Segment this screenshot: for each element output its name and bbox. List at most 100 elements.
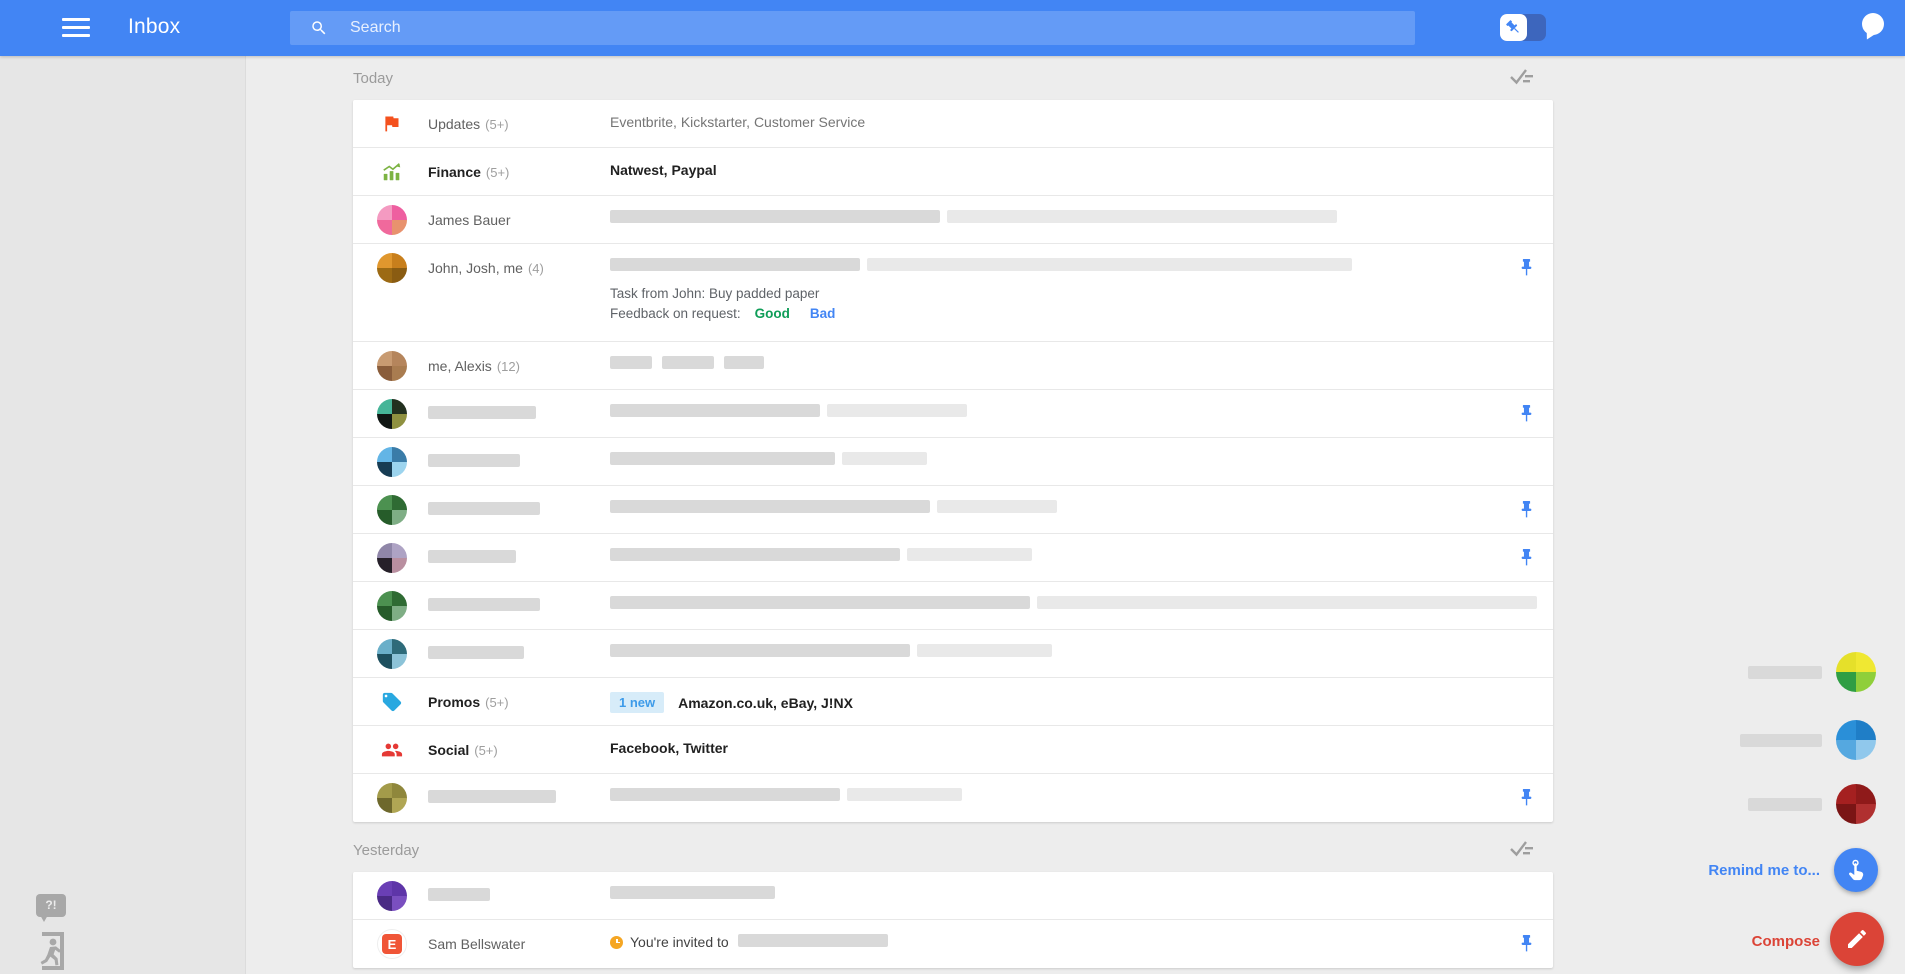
app-header: Inbox Search xyxy=(0,0,1905,56)
feedback-label: Feedback on request: xyxy=(610,306,741,321)
avatar[interactable] xyxy=(377,253,407,283)
sweep-done-icon[interactable] xyxy=(1509,68,1535,90)
avatar[interactable] xyxy=(377,351,407,381)
redacted-sender xyxy=(428,888,490,901)
search-icon xyxy=(310,19,328,37)
recent-contact[interactable] xyxy=(1748,652,1876,692)
avatar[interactable] xyxy=(1836,784,1876,824)
redacted-text xyxy=(847,788,962,801)
bundle-row-promos[interactable]: Promos(5+)1 newAmazon.co.uk, eBay, J!NX xyxy=(353,678,1553,726)
avatar[interactable] xyxy=(377,495,407,525)
avatar[interactable] xyxy=(1836,652,1876,692)
feedback-good-button[interactable]: Good xyxy=(755,306,790,321)
redacted-text xyxy=(917,644,1052,657)
subject xyxy=(610,548,1032,564)
redacted-contact-name xyxy=(1740,734,1822,747)
subject xyxy=(610,788,962,804)
recent-contact[interactable] xyxy=(1748,784,1876,824)
sender xyxy=(428,598,540,614)
sender: Finance(5+) xyxy=(428,164,509,180)
avatar[interactable] xyxy=(377,447,407,477)
sender xyxy=(428,790,556,806)
redacted-sender xyxy=(428,790,556,803)
menu-icon[interactable] xyxy=(62,18,90,38)
redacted-sender xyxy=(428,502,540,515)
email-row[interactable]: me, Alexis(12) xyxy=(353,342,1553,390)
pinned-icon[interactable] xyxy=(1520,405,1533,427)
email-row[interactable] xyxy=(353,390,1553,438)
sender xyxy=(428,406,536,422)
pinned-only-toggle[interactable] xyxy=(1500,14,1546,41)
promos-icon xyxy=(381,691,403,718)
section-label: Yesterday xyxy=(353,842,419,859)
avatar[interactable] xyxy=(377,639,407,669)
sender xyxy=(428,502,540,518)
bundle-name: Updates xyxy=(428,116,480,132)
pinned-icon[interactable] xyxy=(1520,259,1533,281)
exit-to-gmail-icon[interactable] xyxy=(34,930,72,972)
finance-icon xyxy=(381,161,403,188)
email-row[interactable] xyxy=(353,534,1553,582)
email-row[interactable] xyxy=(353,774,1553,822)
pinned-icon[interactable] xyxy=(1520,935,1533,957)
redacted-text xyxy=(724,356,764,369)
email-row[interactable] xyxy=(353,438,1553,486)
redacted-text xyxy=(610,788,840,801)
email-row[interactable] xyxy=(353,486,1553,534)
redacted-text xyxy=(937,500,1057,513)
redacted-text xyxy=(610,644,910,657)
subject xyxy=(610,500,1057,516)
avatar[interactable] xyxy=(377,783,407,813)
avatar[interactable] xyxy=(377,205,407,235)
sender: me, Alexis(12) xyxy=(428,358,520,374)
redacted-text xyxy=(610,404,820,417)
subject xyxy=(610,886,775,902)
redacted-sender xyxy=(428,646,524,659)
feedback-icon[interactable]: ?! xyxy=(36,894,66,917)
bundle-row-updates[interactable]: Updates(5+)Eventbrite, Kickstarter, Cust… xyxy=(353,100,1553,148)
subject: Facebook, Twitter xyxy=(610,740,728,756)
email-row[interactable] xyxy=(353,582,1553,630)
sender-name: Sam Bellswater xyxy=(428,936,525,952)
compose-button[interactable] xyxy=(1830,912,1884,966)
sender: Promos(5+) xyxy=(428,694,509,710)
avatar[interactable] xyxy=(377,881,407,911)
page-title: Inbox xyxy=(128,15,180,39)
email-row[interactable]: ESam BellswaterYou're invited to xyxy=(353,920,1553,968)
redacted-text xyxy=(947,210,1337,223)
sweep-done-icon[interactable] xyxy=(1509,840,1535,862)
redacted-text xyxy=(907,548,1032,561)
bundle-row-finance[interactable]: Finance(5+)Natwest, Paypal xyxy=(353,148,1553,196)
pinned-icon[interactable] xyxy=(1520,501,1533,523)
avatar[interactable] xyxy=(377,591,407,621)
email-row[interactable] xyxy=(353,872,1553,920)
search-placeholder: Search xyxy=(350,19,401,37)
avatar[interactable] xyxy=(377,543,407,573)
avatar[interactable] xyxy=(377,399,407,429)
feedback-bad-button[interactable]: Bad xyxy=(810,306,836,321)
recent-contact[interactable] xyxy=(1740,720,1876,760)
remind-button[interactable] xyxy=(1834,848,1878,892)
sender xyxy=(428,646,524,662)
sender-name: John, Josh, me xyxy=(428,260,523,276)
message-count: (5+) xyxy=(485,117,508,132)
email-row[interactable]: John, Josh, me(4)Task from John: Buy pad… xyxy=(353,244,1553,342)
bundle-row-social[interactable]: Social(5+) Facebook, Twitter xyxy=(353,726,1553,774)
feedback-line: Feedback on request: Good Bad xyxy=(610,306,835,321)
pinned-icon[interactable] xyxy=(1520,789,1533,811)
avatar[interactable] xyxy=(1836,720,1876,760)
remind-label[interactable]: Remind me to... xyxy=(1708,862,1820,879)
email-row[interactable] xyxy=(353,630,1553,678)
compose-label[interactable]: Compose xyxy=(1752,933,1820,950)
redacted-text xyxy=(842,452,927,465)
brand-avatar-eventbrite[interactable]: E xyxy=(377,929,407,959)
tips-lightbulb-icon[interactable] xyxy=(1861,13,1885,37)
pinned-icon[interactable] xyxy=(1520,549,1533,571)
email-row[interactable]: James Bauer xyxy=(353,196,1553,244)
flag-icon xyxy=(381,113,402,139)
search-input[interactable]: Search xyxy=(290,11,1415,45)
sender: James Bauer xyxy=(428,212,510,228)
sender: Social(5+) xyxy=(428,742,498,758)
subject xyxy=(610,596,1537,612)
redacted-text xyxy=(662,356,714,369)
